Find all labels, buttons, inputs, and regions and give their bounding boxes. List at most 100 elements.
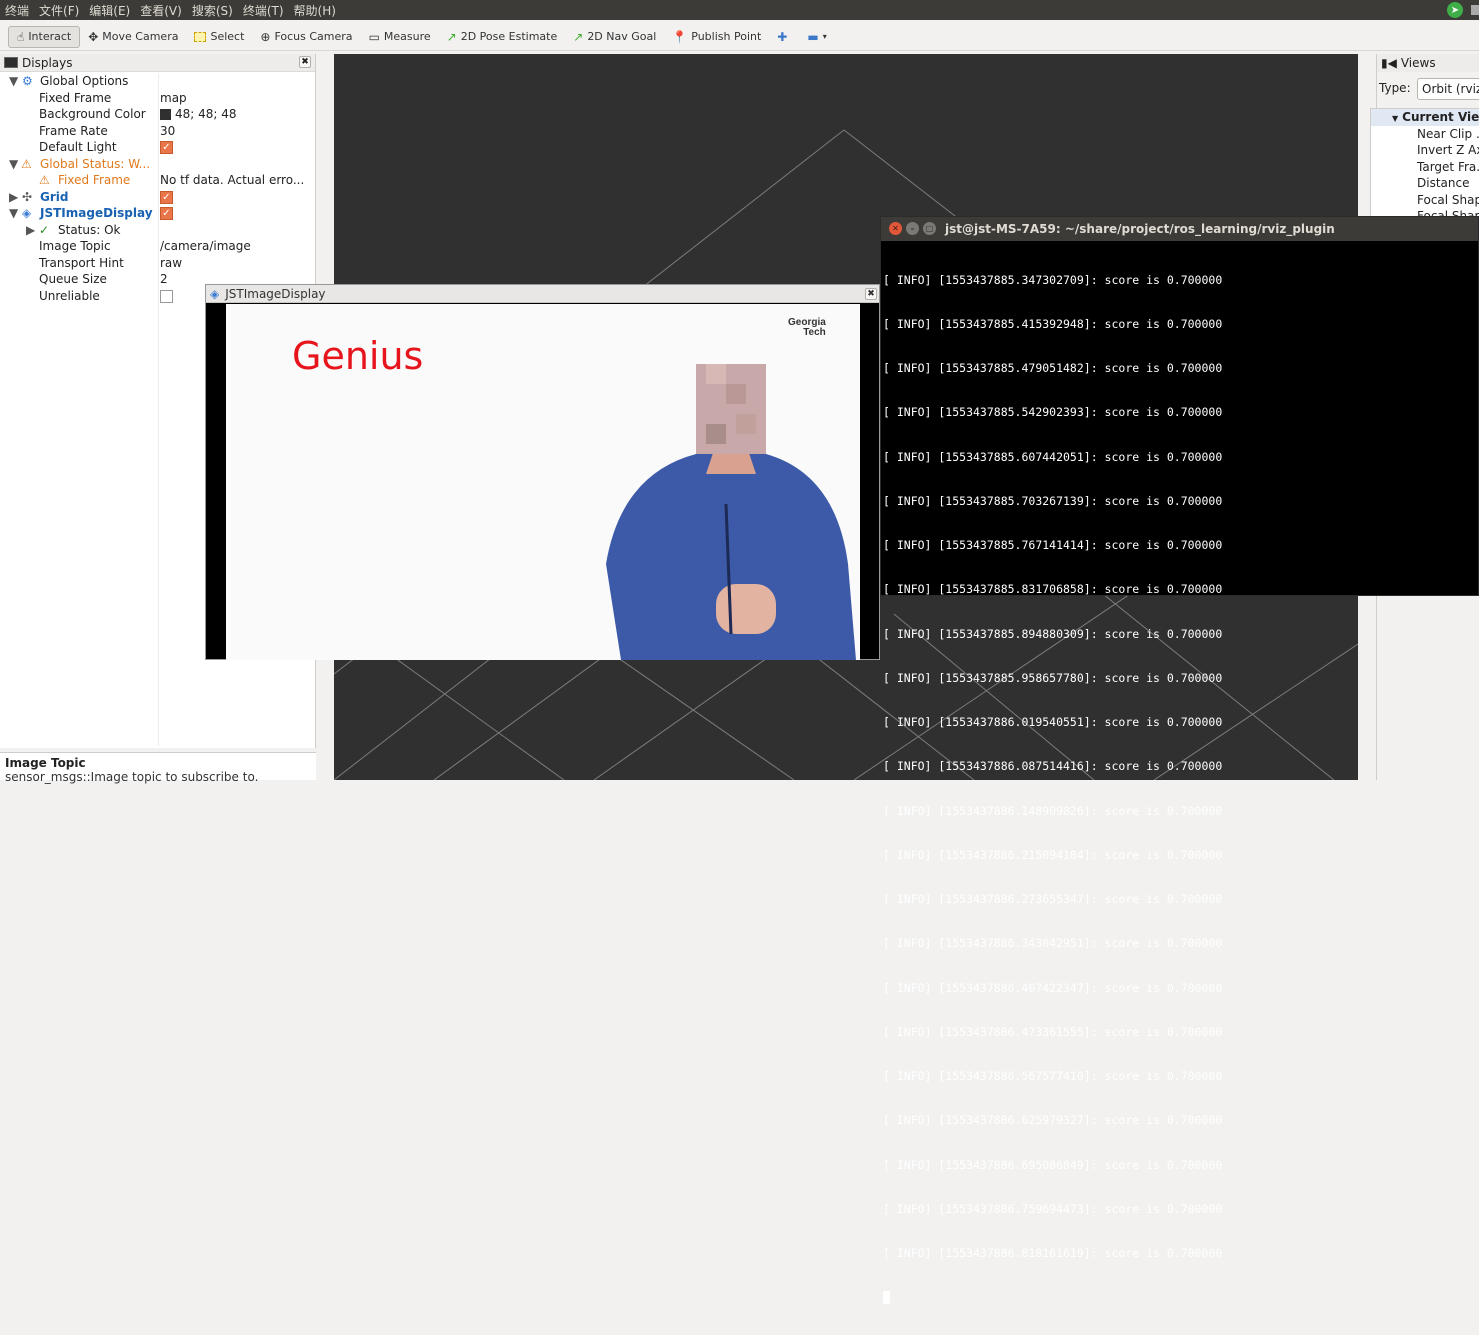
image-topic-value[interactable]: /camera/image (160, 238, 251, 255)
view-prop-row[interactable]: Focal Shap... (1371, 192, 1479, 209)
telegram-icon[interactable]: ➤ (1447, 2, 1463, 18)
tree-row-grid[interactable]: ▶ ✣ Grid ✓ (0, 189, 316, 206)
chevron-down-icon[interactable]: ▼ (9, 156, 18, 173)
nav-goal-label: 2D Nav Goal (587, 30, 657, 43)
pose-estimate-button[interactable]: ↗ 2D Pose Estimate (439, 26, 566, 48)
map-pin-icon: 📍 (672, 29, 688, 44)
chevron-right-icon[interactable]: ▶ (9, 189, 18, 206)
terminal-title: jst@jst-MS-7A59: ~/share/project/ros_lea… (945, 222, 1335, 236)
background-color-value-wrap[interactable]: 48; 48; 48 (160, 106, 237, 123)
tree-row-jst-image-display[interactable]: ▼ ◈ JSTImageDisplay ✓ (0, 205, 316, 222)
tree-row-default-light[interactable]: Default Light ✓ (0, 139, 316, 156)
menu-view[interactable]: 查看(V) (135, 2, 187, 19)
grid-checkbox[interactable]: ✓ (160, 190, 173, 204)
select-button[interactable]: Select (186, 26, 252, 48)
menu-help[interactable]: 帮助(H) (289, 2, 341, 19)
camera-image: Genius Georgia Tech (226, 304, 860, 660)
view-prop-row[interactable]: Near Clip ... (1371, 126, 1479, 143)
chevron-right-icon[interactable]: ▶ (26, 222, 35, 239)
menu-file[interactable]: 文件(F) (34, 2, 84, 19)
tree-row-frame-rate[interactable]: Frame Rate 30 (0, 123, 316, 140)
tree-row-status-ok[interactable]: ▶ ✓ Status: Ok (0, 222, 316, 239)
jst-checkbox[interactable]: ✓ (160, 207, 173, 220)
tree-row-image-topic[interactable]: Image Topic /camera/image (0, 238, 316, 255)
log-line: [ INFO] [1553437886.625979327]: score is… (883, 1113, 1223, 1128)
background-color-label: Background Color (39, 107, 146, 121)
move-camera-label: Move Camera (102, 30, 179, 43)
nav-goal-button[interactable]: ↗ 2D Nav Goal (565, 26, 664, 48)
monitor-icon (4, 57, 18, 68)
view-prop-row[interactable]: Invert Z Ax... (1371, 142, 1479, 159)
image-window-title: JSTImageDisplay (225, 286, 326, 301)
jst-value: ✓ (160, 205, 173, 222)
interact-tool-button[interactable]: ☝ Interact (8, 25, 81, 48)
menu-search[interactable]: 搜索(S) (187, 2, 238, 19)
camera-icon: ▮◀ (1381, 56, 1397, 70)
menu-terminal[interactable]: 终端(T) (238, 2, 289, 19)
top-menubar: 终端 文件(F) 编辑(E) 查看(V) 搜索(S) 终端(T) 帮助(H) ➤ (0, 0, 1479, 20)
remove-tool-button[interactable]: ▬ ▾ (799, 26, 834, 48)
chevron-down-icon[interactable]: ▼ (9, 205, 18, 222)
log-line: [ INFO] [1553437885.894880309]: score is… (883, 626, 1223, 641)
menu-terminal-app[interactable]: 终端 (0, 2, 34, 19)
publish-point-button[interactable]: 📍 Publish Point (664, 26, 769, 48)
image-window-titlebar[interactable]: ◈ JSTImageDisplay ✖ (206, 285, 879, 303)
minus-icon: ▬ (807, 29, 819, 44)
current-view-row[interactable]: ▼ Current View (1371, 109, 1479, 126)
tree-row-background-color[interactable]: Background Color 48; 48; 48 (0, 106, 316, 123)
view-type-label: Type: (1379, 81, 1411, 95)
interact-label: Interact (28, 30, 72, 43)
tree-row-transport-hint[interactable]: Transport Hint raw (0, 255, 316, 272)
fixed-frame-value[interactable]: map (160, 90, 187, 107)
chevron-down-icon[interactable]: ▼ (9, 73, 18, 90)
image-topic-label: Image Topic (39, 239, 111, 253)
log-line: [ INFO] [1553437885.958657780]: score is… (883, 670, 1223, 685)
image-display-window[interactable]: ◈ JSTImageDisplay ✖ Genius Georgia Tech (205, 284, 880, 660)
terminal-window[interactable]: ✕ – □ jst@jst-MS-7A59: ~/share/project/r… (880, 216, 1479, 1305)
rviz-toolbar: ☝ Interact ✥ Move Camera Select ⊕ Focus Cam… (0, 23, 1479, 51)
log-line: [ INFO] [1553437885.347302709]: score is… (883, 272, 1223, 287)
terminal-output[interactable]: [ INFO] [1553437885.347302709]: score is… (883, 243, 1222, 1335)
measure-button[interactable]: ▭ Measure (361, 26, 439, 48)
maximize-icon[interactable]: □ (923, 222, 936, 235)
view-prop-row[interactable]: Distance (1371, 175, 1479, 192)
publish-point-label: Publish Point (691, 30, 762, 43)
diamond-icon: ◈ (210, 286, 220, 301)
chevron-down-icon: ▾ (822, 32, 827, 41)
tree-row-global-options[interactable]: ▼ ⚙ Global Options (0, 73, 316, 90)
close-icon[interactable]: ✖ (865, 288, 877, 300)
terminal-cursor (883, 1291, 890, 1305)
unreliable-checkbox[interactable] (160, 289, 173, 303)
focus-camera-label: Focus Camera (274, 30, 353, 43)
move-camera-button[interactable]: ✥ Move Camera (80, 26, 186, 48)
default-light-checkbox[interactable]: ✓ (160, 141, 173, 154)
close-icon[interactable]: ✕ (889, 222, 902, 235)
tree-row-fixed-frame[interactable]: Fixed Frame map (0, 90, 316, 107)
queue-size-value[interactable]: 2 (160, 271, 168, 288)
green-arrow-icon: ↗ (573, 29, 584, 44)
tree-row-global-status[interactable]: ▼ ⚠ Global Status: W... (0, 156, 316, 173)
view-type-value: Orbit (rviz) (1422, 82, 1479, 96)
property-help: Image Topic sensor_msgs::Image topic to … (0, 752, 316, 784)
keyboard-icon[interactable] (1471, 5, 1479, 15)
focus-camera-button[interactable]: ⊕ Focus Camera (252, 26, 360, 48)
log-line: [ INFO] [1553437886.695086849]: score is… (883, 1157, 1223, 1172)
chevron-down-icon[interactable]: ▼ (1392, 114, 1398, 123)
frame-rate-value[interactable]: 30 (160, 123, 175, 140)
log-line: [ INFO] [1553437885.767141414]: score is… (883, 538, 1223, 552)
view-type-select[interactable]: Orbit (rviz) (1417, 78, 1479, 100)
add-tool-button[interactable]: ✚ (769, 26, 799, 48)
global-options-label: Global Options (40, 74, 129, 88)
tree-row-status-fixed-frame[interactable]: ⚠ Fixed Frame No tf data. Actual erro... (0, 172, 316, 189)
minimize-icon[interactable]: – (906, 222, 919, 235)
ruler-icon: ▭ (368, 29, 380, 44)
close-icon[interactable]: ✖ (299, 56, 311, 68)
menu-edit[interactable]: 编辑(E) (84, 2, 135, 19)
terminal-titlebar[interactable]: ✕ – □ jst@jst-MS-7A59: ~/share/project/r… (881, 217, 1478, 241)
log-line: [ INFO] [1553437885.607442051]: score is… (883, 449, 1223, 464)
select-label: Select (210, 30, 245, 43)
view-prop-row[interactable]: Target Fra... (1371, 159, 1479, 176)
grid-icon: ✣ (22, 189, 33, 204)
transport-hint-value[interactable]: raw (160, 255, 182, 272)
plus-icon: ✚ (777, 29, 788, 44)
